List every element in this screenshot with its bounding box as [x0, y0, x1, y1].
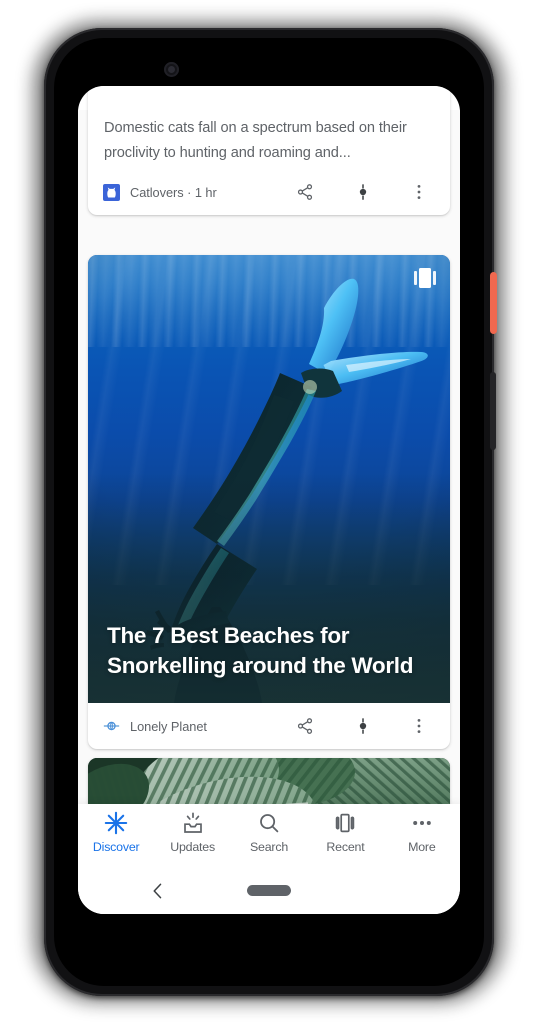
- nav-item-more[interactable]: More: [384, 811, 460, 854]
- lonely-planet-favicon: [103, 718, 120, 735]
- nav-item-search[interactable]: Search: [231, 811, 307, 854]
- carousel-badge-center: [419, 267, 431, 288]
- save-button[interactable]: [346, 709, 380, 743]
- carousel-badge-left: [414, 270, 417, 285]
- more-dots-icon: [410, 811, 434, 835]
- nav-item-updates[interactable]: Updates: [154, 811, 230, 854]
- cat-glyph-icon: [107, 186, 116, 198]
- overflow-menu-button[interactable]: [402, 175, 436, 209]
- recent-cards-icon: [333, 811, 357, 835]
- card-footer: Lonely Planet: [88, 703, 450, 749]
- carousel-badge-right: [433, 270, 436, 285]
- share-button[interactable]: [288, 709, 322, 743]
- card-snippet: Domestic cats fall on a spectrum based o…: [104, 120, 407, 161]
- phone-screen: 10:26 Domestic cats fall on a spectrum b…: [78, 86, 460, 914]
- share-icon: [297, 718, 313, 734]
- updates-inbox-icon: [181, 811, 205, 835]
- bottom-navigation-bar: Discover Updates Search Recent More: [78, 804, 460, 870]
- overflow-menu-icon: [417, 718, 421, 734]
- save-button[interactable]: [346, 175, 380, 209]
- card-footer: Catlovers · 1 hr: [88, 169, 450, 215]
- back-chevron-icon[interactable]: [148, 881, 168, 901]
- nav-label-recent: Recent: [326, 840, 365, 854]
- globe-glyph-icon: [103, 721, 120, 731]
- nav-label-updates: Updates: [170, 840, 215, 854]
- carousel-badge-icon: [413, 267, 437, 288]
- hero-image[interactable]: The 7 Best Beaches for Snorkelling aroun…: [88, 255, 450, 703]
- card-source: Catlovers · 1 hr: [130, 184, 217, 200]
- home-pill-indicator[interactable]: [247, 885, 291, 896]
- volume-button[interactable]: [490, 372, 496, 450]
- nav-item-recent[interactable]: Recent: [307, 811, 383, 854]
- save-icon: [359, 184, 367, 200]
- save-icon: [359, 718, 367, 734]
- share-button[interactable]: [288, 175, 322, 209]
- overflow-menu-icon: [417, 184, 421, 200]
- catlovers-favicon: [103, 183, 120, 201]
- search-icon: [257, 811, 281, 835]
- card-source: Lonely Planet: [130, 718, 207, 734]
- discover-sparkle-icon: [104, 811, 128, 835]
- card-headline: The 7 Best Beaches for Snorkelling aroun…: [107, 623, 414, 678]
- power-button[interactable]: [490, 272, 497, 334]
- front-camera-icon: [164, 62, 179, 77]
- feed-card-lonely-planet[interactable]: The 7 Best Beaches for Snorkelling aroun…: [88, 255, 450, 749]
- screenshot-root: 10:26 Domestic cats fall on a spectrum b…: [0, 0, 537, 1024]
- discover-feed[interactable]: Domestic cats fall on a spectrum based o…: [78, 86, 460, 914]
- share-icon: [297, 184, 313, 200]
- feed-card-catlovers[interactable]: Domestic cats fall on a spectrum based o…: [88, 86, 450, 215]
- nav-label-discover: Discover: [92, 840, 140, 854]
- nav-label-search: Search: [249, 840, 289, 854]
- nav-label-more: More: [408, 840, 436, 854]
- overflow-menu-button[interactable]: [402, 709, 436, 743]
- nav-item-discover[interactable]: Discover: [78, 811, 154, 854]
- system-navigation-bar: [78, 870, 460, 914]
